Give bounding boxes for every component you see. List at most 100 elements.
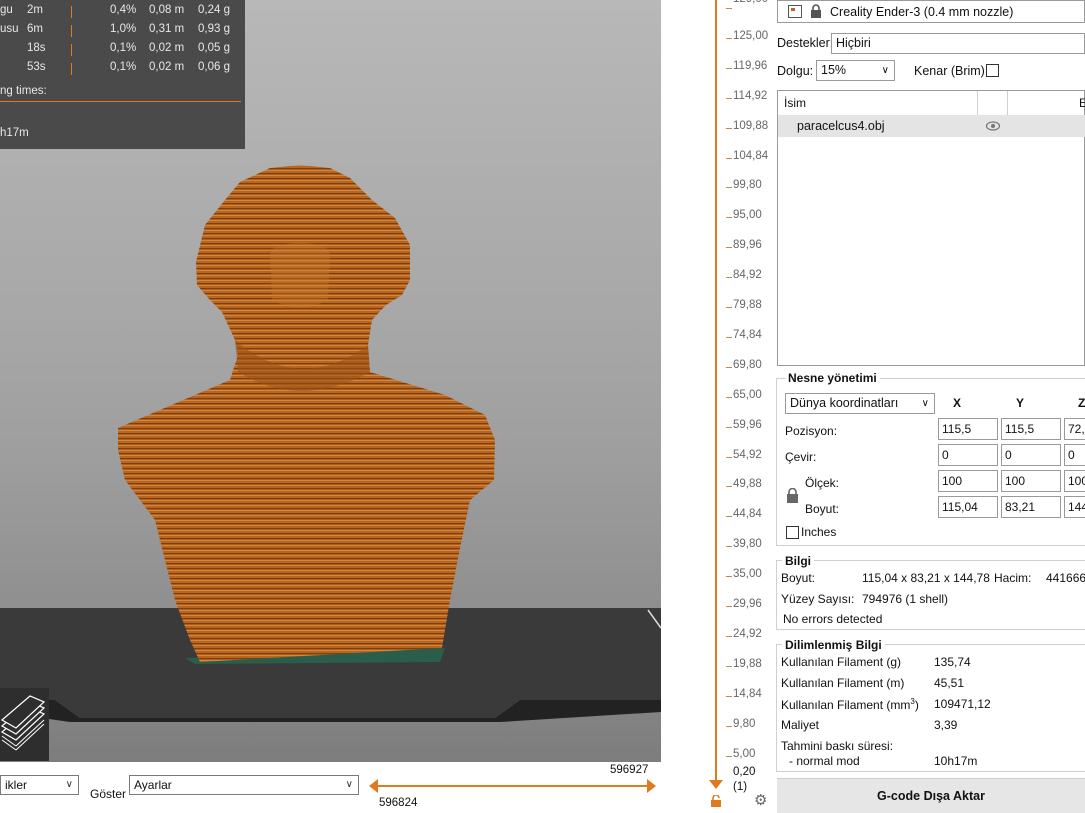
- position-z-input[interactable]: 72,: [1064, 418, 1085, 440]
- size-y-input[interactable]: 83,21: [1001, 496, 1061, 518]
- horizontal-slider-min-value: 596824: [379, 797, 418, 809]
- stats-row: usu 6m 1,0% 0,31 m 0,93 g: [0, 23, 245, 41]
- feature-percent: 1,0%: [110, 23, 137, 35]
- layer-slider-handle[interactable]: [709, 780, 723, 789]
- supports-combo[interactable]: Hiçbiri: [831, 33, 1085, 54]
- layer-tick: [726, 397, 732, 398]
- size-z-input[interactable]: 144: [1064, 496, 1085, 518]
- feature-length: 0,31 m: [149, 23, 185, 35]
- normal-mode-time: 10h17m: [934, 754, 978, 768]
- layer-tick: [726, 187, 732, 188]
- layer-tick-label: 99,80: [733, 179, 762, 191]
- feature-weight: 0,05 g: [198, 42, 230, 54]
- layer-tick-label: 35,00: [733, 568, 762, 580]
- scale-z-input[interactable]: 100: [1064, 470, 1085, 492]
- position-label: Pozisyon:: [785, 424, 838, 438]
- filament-g-value: 135,74: [934, 655, 971, 669]
- column-extruder-header[interactable]: E: [1079, 96, 1085, 110]
- lock-icon[interactable]: [710, 795, 722, 807]
- sliced-info-title: Dilimlenmiş Bilgi: [782, 638, 885, 652]
- layer-tick: [726, 247, 732, 248]
- rotate-z-input[interactable]: 0: [1064, 444, 1085, 466]
- lock-icon[interactable]: [786, 488, 799, 503]
- chevron-down-icon: ∨: [881, 65, 889, 76]
- view-type-combo[interactable]: ikler ∨: [0, 775, 79, 795]
- layer-tick: [726, 666, 732, 667]
- position-y-input[interactable]: 115,5: [1001, 418, 1061, 440]
- filament-g-label: Kullanılan Filament (g): [781, 655, 902, 669]
- rotate-x-input[interactable]: 0: [938, 444, 998, 466]
- layer-tick-label: 24,92: [733, 628, 762, 640]
- layer-tick-label: 114,92: [733, 90, 768, 102]
- filament-mm3-close-paren: ): [914, 698, 919, 712]
- layer-tick-label: 69,80: [733, 359, 762, 371]
- feature-length: 0,02 m: [149, 42, 185, 54]
- layer-slider-track[interactable]: [715, 0, 717, 784]
- layer-tick: [726, 486, 732, 487]
- layer-tick-label: 74,84: [733, 329, 762, 341]
- feature-name: gu: [0, 4, 13, 16]
- layer-min-index: (1): [733, 781, 748, 793]
- feature-time: 18s: [27, 42, 46, 54]
- stats-row: gu 2m 0,4% 0,08 m 0,24 g: [0, 4, 245, 22]
- layer-tick: [726, 576, 732, 577]
- layer-tick: [726, 636, 732, 637]
- size-x-input[interactable]: 115,04: [938, 496, 998, 518]
- position-x-input[interactable]: 115,5: [938, 418, 998, 440]
- coordinate-system-value: Dünya koordinatları: [790, 396, 899, 410]
- layer-tick: [726, 98, 732, 99]
- layer-tick-label: 14,84: [733, 688, 762, 700]
- layer-tick-label: 79,88: [733, 299, 762, 311]
- scale-label: Ölçek:: [805, 476, 840, 490]
- horizontal-slider-right-handle[interactable]: [647, 779, 656, 793]
- eye-icon[interactable]: [986, 121, 1000, 131]
- layer-tick: [726, 128, 732, 129]
- layer-tick: [726, 726, 732, 727]
- cost-label: Maliyet: [781, 718, 820, 732]
- horizontal-slider-left-handle[interactable]: [369, 779, 378, 793]
- rotate-y-input[interactable]: 0: [1001, 444, 1061, 466]
- layer-view-button[interactable]: [0, 688, 49, 761]
- rotate-label: Çevir:: [785, 450, 817, 464]
- lock-icon[interactable]: [810, 4, 822, 18]
- 3d-viewport[interactable]: gu 2m 0,4% 0,08 m 0,24 g usu 6m 1,0% 0,3…: [0, 0, 661, 762]
- layers-icon: [0, 695, 46, 751]
- infill-combo[interactable]: 15% ∨: [816, 60, 895, 81]
- horizontal-slider-track[interactable]: [375, 785, 652, 787]
- brim-checkbox[interactable]: [986, 64, 999, 77]
- inches-checkbox[interactable]: [786, 526, 799, 539]
- x-column-header: X: [953, 396, 962, 410]
- layer-tick: [726, 158, 732, 159]
- layer-tick: [726, 68, 732, 69]
- printer-name: Creality Ender-3 (0.4 mm nozzle): [830, 5, 1014, 19]
- layer-tick-label: 19,88: [733, 658, 762, 670]
- layer-tick: [726, 337, 732, 338]
- layer-tick: [726, 217, 732, 218]
- feature-weight: 0,93 g: [198, 23, 230, 35]
- list-item[interactable]: paracelcus4.obj: [778, 115, 1085, 137]
- chevron-down-icon: ∨: [345, 779, 353, 790]
- stats-divider: [0, 101, 241, 102]
- coordinate-system-combo[interactable]: Dünya koordinatları ∨: [785, 393, 935, 414]
- scale-x-input[interactable]: 100: [938, 470, 998, 492]
- feature-time: 53s: [27, 61, 46, 73]
- show-combo[interactable]: Ayarlar ∨: [129, 775, 359, 795]
- feature-weight: 0,06 g: [198, 61, 230, 73]
- brim-label: Kenar (Brim):: [914, 64, 989, 78]
- total-time: h17m: [0, 127, 29, 139]
- feature-bar: [71, 44, 72, 56]
- column-name-header[interactable]: İsim: [784, 96, 806, 110]
- printer-icon: [788, 5, 802, 18]
- chevron-down-icon: ∨: [65, 779, 73, 790]
- layer-tick: [726, 38, 732, 39]
- gear-icon[interactable]: ⚙: [754, 793, 767, 808]
- object-list[interactable]: İsim E paracelcus4.obj: [777, 90, 1085, 366]
- layer-tick: [726, 606, 732, 607]
- layer-tick-label: 95,00: [733, 209, 762, 221]
- layer-tick: [726, 546, 732, 547]
- feature-percent: 0,1%: [110, 61, 137, 73]
- infill-value: 15%: [821, 63, 847, 77]
- scale-y-input[interactable]: 100: [1001, 470, 1061, 492]
- export-gcode-button[interactable]: G-code Dışa Aktar: [777, 778, 1085, 813]
- y-column-header: Y: [1016, 396, 1025, 410]
